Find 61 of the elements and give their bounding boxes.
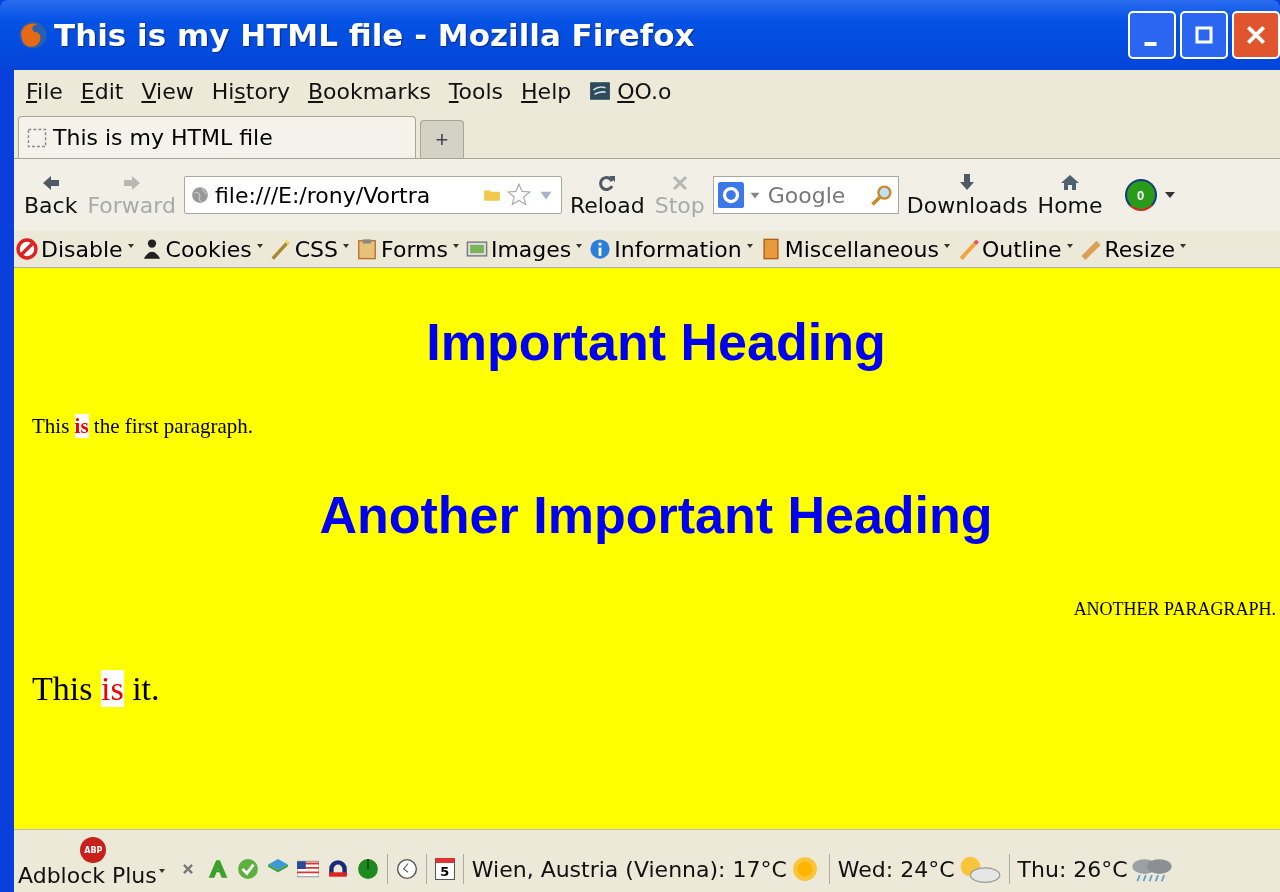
menu-item[interactable]: History [205,78,302,104]
clock-icon[interactable] [395,858,418,880]
clipboard-icon [356,238,379,260]
star-icon[interactable] [506,183,531,207]
new-tab-button[interactable]: + [420,120,464,158]
toolbar-menu[interactable]: CSS [269,236,357,262]
window-title: This is my HTML file - Mozilla Firefox [54,17,696,53]
close-button[interactable] [1232,11,1280,59]
menu-item[interactable]: OO.o [611,78,684,104]
toolbar-menu[interactable]: Outline [956,236,1080,262]
menu-item[interactable]: File [20,78,75,104]
calendar-icon[interactable]: 5 [434,858,455,880]
menu-item[interactable]: View [135,78,206,104]
browser-tab[interactable]: This is my HTML file [18,116,416,158]
toolbar-menu[interactable]: Cookies [140,236,270,262]
page-heading: Another Important Heading [318,485,994,545]
wand-icon [269,238,292,260]
home-button[interactable]: Home [1035,172,1105,218]
weather-text[interactable]: Thu: 26°C [1017,857,1128,882]
back-button[interactable]: Back [22,172,80,218]
home-icon [1060,172,1081,193]
toolbar-menu[interactable]: Disable [16,236,141,262]
toolbar-menu[interactable]: Images [465,236,590,262]
page-heading: Important Heading [425,312,887,372]
ruler-icon [1079,238,1102,260]
downloads-button[interactable]: Downloads [904,172,1030,218]
info-icon [589,238,612,260]
address-bar[interactable]: file:///E:/rony/Vortra [183,176,562,214]
close-icon [1245,24,1267,46]
checkmark-icon[interactable] [236,858,259,880]
toolbar-menu[interactable]: Information [589,236,760,262]
menu-item[interactable]: Tools [442,78,516,104]
image-icon [465,238,488,260]
flag-icon[interactable] [296,858,319,880]
paragraph: This is the first paragraph. [32,414,255,439]
globe-icon [190,186,209,204]
seagull-icon [589,80,612,102]
menu-item[interactable]: Help [515,78,584,104]
fox-globe-icon [18,20,48,50]
paragraph: This is it. [32,670,161,708]
toolbar-menu[interactable]: Forms [356,236,466,262]
radar-icon[interactable] [356,858,379,880]
toolbar-menu[interactable]: Resize [1079,236,1193,262]
search-engine-icon[interactable] [717,182,744,208]
weather-text[interactable]: Wed: 24°C [837,857,955,882]
no-entry-icon [16,238,38,260]
reload-button[interactable]: Reload [567,172,647,218]
weather-text[interactable]: Wien, Austria (Vienna): 17°C [471,857,787,882]
minimize-icon [1143,42,1157,46]
search-box[interactable]: Google [712,176,899,214]
minimize-button[interactable] [1128,11,1176,59]
maximize-button[interactable] [1180,11,1228,59]
search-icon[interactable] [869,183,894,207]
menu-item[interactable]: Bookmarks [301,78,443,104]
toolbar-menu[interactable]: Miscellaneous [759,236,957,262]
adblock-button[interactable]: ABP Adblock Plus [18,837,169,888]
paragraph: ANOTHER PARAGRAPH. [1072,599,1276,620]
menu-item[interactable]: Edit [74,78,136,104]
blank-page-icon [27,127,47,148]
horseshoe-icon[interactable] [326,858,349,880]
maximize-icon [1194,25,1214,45]
